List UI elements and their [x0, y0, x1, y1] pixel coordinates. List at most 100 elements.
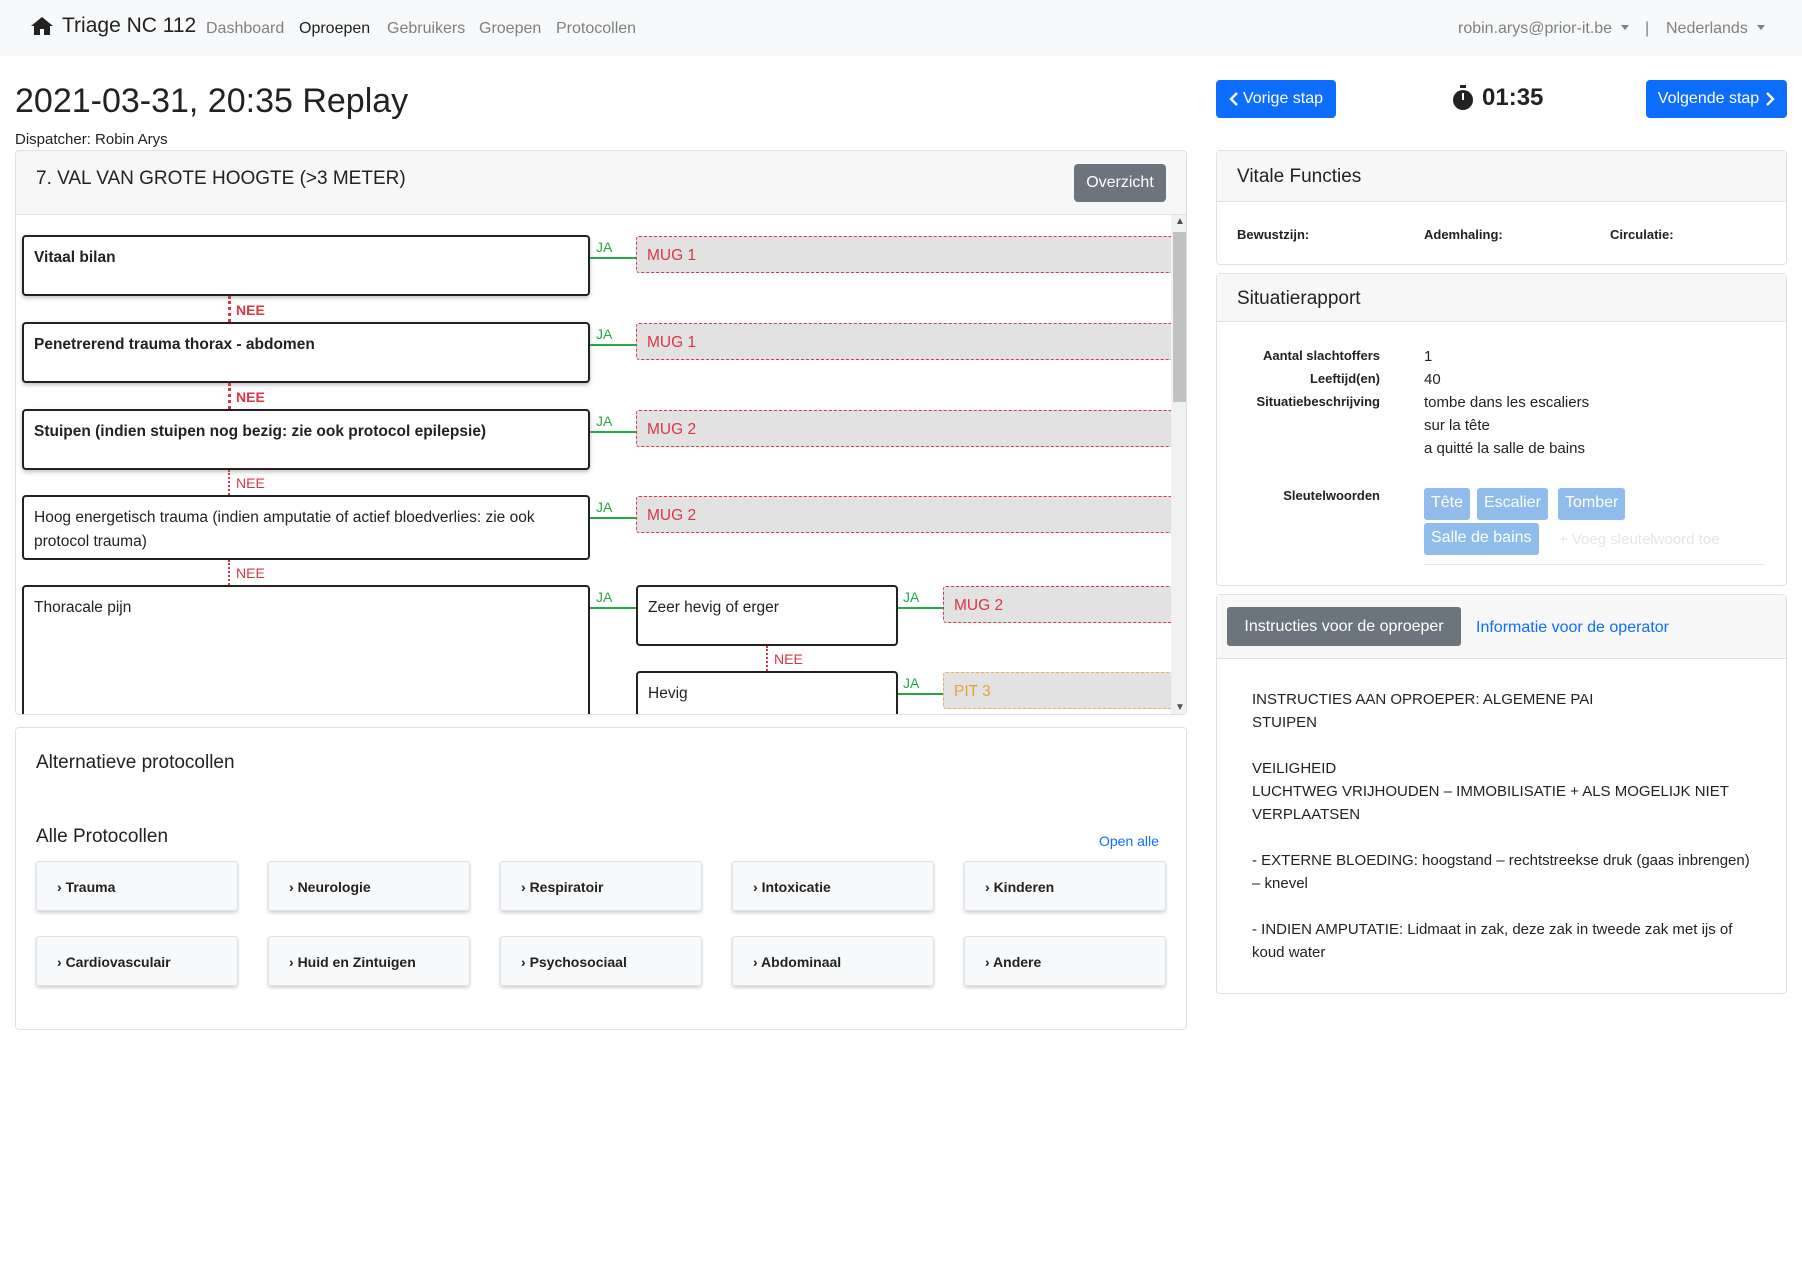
situation-header: Situatierapport — [1217, 274, 1786, 322]
next-step-button[interactable]: Volgende stap — [1646, 80, 1787, 118]
brand-label: Triage NC 112 — [62, 14, 197, 37]
language-label: Nederlands — [1666, 20, 1748, 37]
yes-connector — [590, 344, 636, 346]
chevron-down-icon — [1756, 25, 1765, 30]
no-connector — [228, 296, 231, 322]
age-value: 40 — [1424, 371, 1441, 388]
instructions-card: Instructies voor de oproeper Informatie … — [1216, 594, 1787, 994]
description-label: Situatiebeschrijving — [1256, 394, 1380, 409]
yes-connector — [590, 431, 636, 433]
stopwatch-icon — [1453, 85, 1473, 110]
chevron-right-icon: › — [57, 879, 62, 895]
result-box[interactable]: MUG 1 — [636, 236, 1179, 273]
result-box[interactable]: MUG 2 — [943, 586, 1179, 623]
vitals-card: Vitale Functies Bewustzijn: Ademhaling: … — [1216, 150, 1787, 265]
vitals-title: Vitale Functies — [1237, 166, 1362, 187]
nav-separator: | — [1645, 20, 1650, 37]
alternatives-card: Alternatieve protocollen Alle Protocolle… — [15, 727, 1187, 1030]
nav-dashboard[interactable]: Dashboard — [206, 20, 284, 38]
yes-label: JA — [903, 589, 920, 605]
chevron-right-icon: › — [289, 879, 294, 895]
open-all-link[interactable]: Open alle — [1099, 833, 1159, 849]
nav-groepen[interactable]: Groepen — [479, 20, 541, 38]
timer: 01:35 — [1452, 84, 1543, 112]
yes-connector — [590, 257, 636, 259]
no-connector — [228, 383, 231, 409]
yes-connector — [590, 517, 636, 519]
keywords-label: Sleutelwoorden — [1283, 488, 1380, 503]
protocol-andere-button[interactable]: › Andere — [964, 936, 1166, 986]
victims-label: Aantal slachtoffers — [1262, 348, 1380, 363]
nav-gebruikers[interactable]: Gebruikers — [387, 20, 465, 38]
scroll-up-icon[interactable]: ▲ — [1175, 216, 1185, 227]
keyword-tag[interactable]: Salle de bains — [1424, 523, 1539, 555]
question-hevig[interactable]: Hevig — [636, 671, 898, 714]
chevron-right-icon: › — [521, 954, 526, 970]
protocol-abdominaal-button[interactable]: › Abdominaal — [732, 936, 934, 986]
page-title: 2021-03-31, 20:35 Replay — [15, 82, 409, 120]
protocol-intoxicatie-button[interactable]: › Intoxicatie — [732, 861, 934, 911]
protocol-huid-button[interactable]: › Huid en Zintuigen — [268, 936, 470, 986]
chevron-right-icon: › — [985, 954, 990, 970]
keyword-tag[interactable]: Tête — [1424, 488, 1471, 520]
yes-label: JA — [596, 326, 613, 342]
add-keyword-input[interactable]: + Voeg sleutelwoord toe — [1559, 531, 1720, 548]
chevron-right-icon: › — [57, 954, 62, 970]
breathing-label: Ademhaling: — [1424, 227, 1503, 242]
description-line: tombe dans les escaliers — [1424, 394, 1590, 411]
tab-operator-information[interactable]: Informatie voor de operator — [1476, 619, 1669, 637]
chevron-down-icon — [1621, 25, 1630, 30]
protocol-trauma-button[interactable]: › Trauma — [36, 861, 238, 911]
tab-caller-instructions[interactable]: Instructies voor de oproeper — [1227, 607, 1461, 646]
question-thoracale-pijn[interactable]: Thoracale pijn — [22, 585, 590, 714]
scroll-down-icon[interactable]: ▼ — [1175, 702, 1185, 713]
keyword-tag[interactable]: Escalier — [1477, 488, 1548, 520]
question-penetrerend-trauma[interactable]: Penetrerend trauma thorax - abdomen — [22, 322, 590, 383]
brand[interactable]: Triage NC 112 — [30, 14, 196, 38]
result-box[interactable]: MUG 2 — [636, 410, 1179, 447]
timer-value: 01:35 — [1482, 84, 1544, 111]
protocol-kinderen-button[interactable]: › Kinderen — [964, 861, 1166, 911]
nav-oproepen[interactable]: Oproepen — [299, 20, 370, 38]
protocol-psychosociaal-button[interactable]: › Psychosociaal — [500, 936, 702, 986]
flowchart-body: Vitaal bilan JA MUG 1 NEE Penetrerend tr… — [16, 215, 1186, 714]
chevron-right-icon: › — [289, 954, 294, 970]
protocol-neurologie-button[interactable]: › Neurologie — [268, 861, 470, 911]
keyword-tag[interactable]: Tomber — [1558, 488, 1626, 520]
yes-label: JA — [596, 239, 613, 255]
circulation-label: Circulatie: — [1610, 227, 1674, 242]
description-line: sur la tête — [1424, 417, 1490, 434]
result-box[interactable]: MUG 2 — [636, 496, 1179, 533]
question-vitaal-bilan[interactable]: Vitaal bilan — [22, 235, 590, 296]
overview-button[interactable]: Overzicht — [1074, 164, 1166, 202]
chevron-right-icon — [1766, 92, 1775, 106]
user-email: robin.arys@prior-it.be — [1458, 20, 1613, 37]
no-label: NEE — [236, 302, 265, 318]
flowchart-scrollbar[interactable]: ▲ ▼ — [1171, 215, 1186, 714]
question-zeer-hevig[interactable]: Zeer hevig of erger — [636, 585, 898, 646]
protocol-cardiovasculair-button[interactable]: › Cardiovasculair — [36, 936, 238, 986]
alternatives-title: Alternatieve protocollen — [36, 752, 235, 773]
home-icon — [31, 17, 53, 35]
previous-step-button[interactable]: Vorige stap — [1216, 80, 1336, 118]
language-dropdown[interactable]: Nederlands — [1666, 20, 1765, 38]
chevron-right-icon: › — [521, 879, 526, 895]
protocol-respiratoir-button[interactable]: › Respiratoir — [500, 861, 702, 911]
question-stuipen[interactable]: Stuipen (indien stuipen nog bezig: zie o… — [22, 409, 590, 470]
vitals-header: Vitale Functies — [1217, 151, 1786, 202]
no-label: NEE — [236, 389, 265, 405]
result-box[interactable]: MUG 1 — [636, 323, 1179, 360]
instructions-text: INSTRUCTIES AAN OPROEPER: ALGEMENE PAI S… — [1252, 691, 1750, 961]
user-dropdown[interactable]: robin.arys@prior-it.be — [1458, 20, 1630, 38]
nav-protocollen[interactable]: Protocollen — [556, 20, 636, 38]
all-protocols-title: Alle Protocollen — [36, 826, 169, 847]
no-connector — [766, 646, 768, 671]
question-hoog-energetisch-trauma[interactable]: Hoog energetisch trauma (indien amputati… — [22, 495, 590, 560]
result-box[interactable]: PIT 3 — [943, 672, 1179, 709]
description-line: a quitté la salle de bains — [1424, 440, 1585, 457]
no-connector — [228, 470, 230, 495]
chevron-right-icon: › — [753, 954, 758, 970]
situation-card: Situatierapport Aantal slachtoffers 1 Le… — [1216, 273, 1787, 586]
consciousness-label: Bewustzijn: — [1237, 227, 1310, 242]
chevron-left-icon — [1229, 92, 1238, 106]
